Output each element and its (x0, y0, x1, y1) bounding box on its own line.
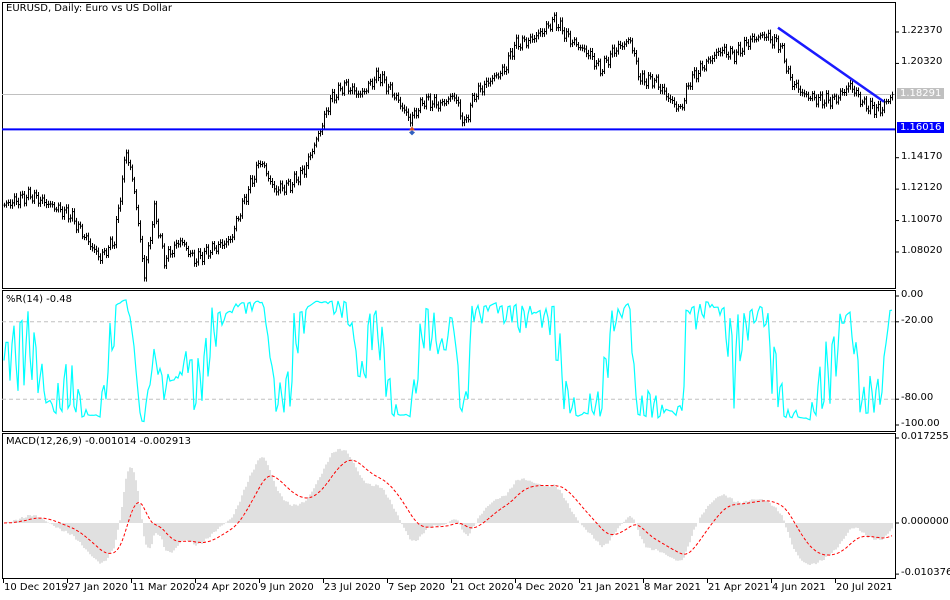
price-panel[interactable] (2, 2, 896, 289)
time-tick-label: 8 Mar 2021 (644, 582, 702, 593)
macd-tick-label: 0.000000 (901, 516, 949, 527)
wpr-tick-label: -20.00 (901, 314, 934, 326)
price-tick-label: 1.22370 (901, 25, 943, 36)
time-tick-label: 21 Apr 2021 (708, 582, 770, 593)
time-tick-label: 21 Oct 2020 (452, 582, 514, 593)
time-tick-label: 23 Jul 2020 (324, 582, 381, 593)
price-tick-label: 1.08020 (901, 244, 943, 256)
chart-canvas[interactable] (0, 0, 950, 600)
price-tick-label: 1.20320 (901, 56, 943, 68)
time-tick-label: 4 Jun 2021 (772, 582, 826, 593)
time-tick-label: 4 Dec 2020 (516, 582, 574, 593)
wpr-title: %R(14) -0.48 (6, 294, 73, 305)
price-tick-label: 1.12120 (901, 182, 943, 194)
wpr-tick-label: -80.00 (901, 392, 934, 404)
price-tick-label: 1.10070 (901, 213, 943, 225)
chart-title: EURUSD, Daily: Euro vs US Dollar (6, 3, 173, 14)
macd-title: MACD(12,26,9) -0.001014 -0.002913 (6, 436, 191, 447)
time-tick-label: 10 Dec 2019 (4, 582, 68, 593)
macd-tick-label: 0.017255 (901, 431, 949, 442)
time-tick-label: 24 Apr 2020 (196, 582, 258, 593)
time-tick-label: 20 Jul 2021 (836, 582, 893, 593)
time-tick-label: 9 Jun 2020 (260, 582, 314, 593)
price-tick-label: 1.14170 (901, 150, 943, 162)
time-tick-label: 11 Mar 2020 (132, 582, 196, 593)
current-price-label: 1.18291 (897, 87, 945, 99)
wpr-tick-label: 0.00 (901, 289, 924, 300)
wpr-panel[interactable] (2, 290, 896, 432)
time-tick-label: 27 Jan 2020 (68, 582, 128, 593)
time-tick-label: 7 Sep 2020 (388, 582, 446, 593)
time-tick-label: 21 Jan 2021 (580, 582, 640, 593)
level-price-label: 1.16016 (897, 122, 945, 134)
macd-tick-label: -0.010376 (901, 567, 950, 579)
wpr-tick-label: -100.00 (901, 418, 940, 429)
